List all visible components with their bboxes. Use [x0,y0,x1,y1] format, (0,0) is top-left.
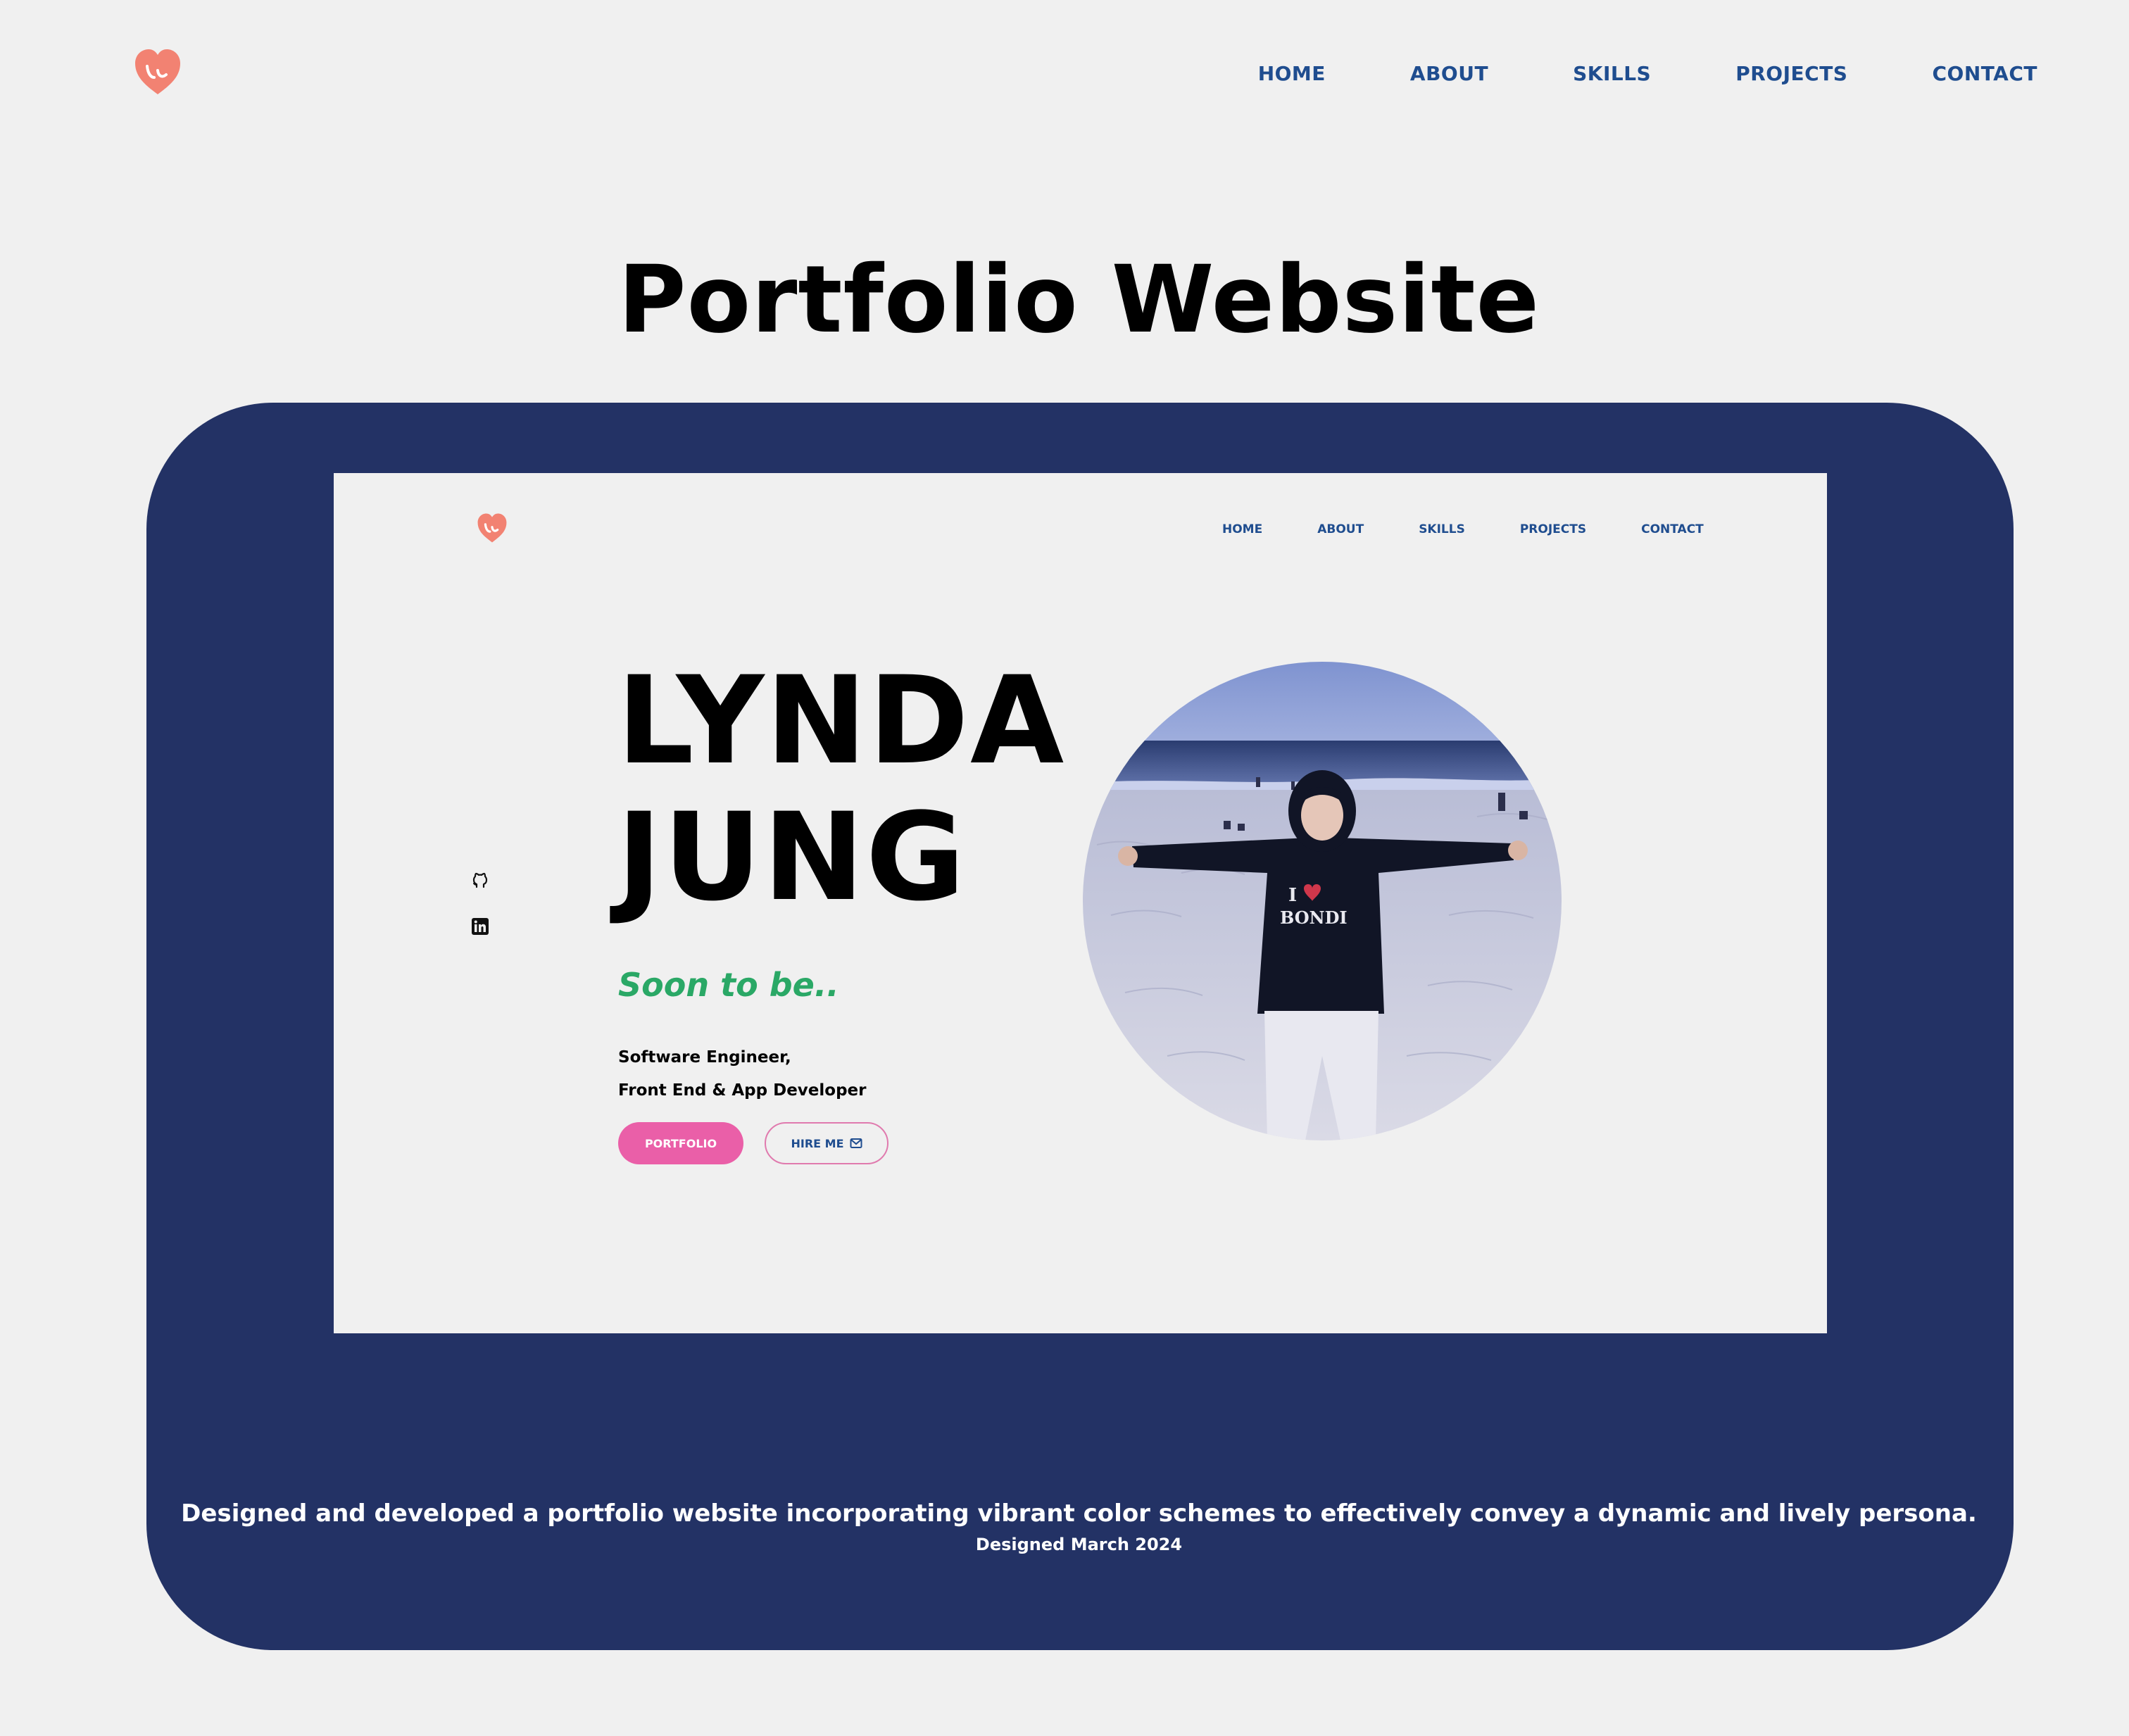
profile-photo: I BONDI [1083,662,1562,1140]
heart-logo-icon[interactable] [476,512,508,544]
hero-name: LYNDA JUNG [617,653,1065,926]
nav-contact[interactable]: CONTACT [1932,62,2037,85]
svg-text:BONDI: BONDI [1280,907,1348,928]
tagline: Soon to be.. [618,966,839,1004]
preview-nav-contact[interactable]: CONTACT [1641,522,1704,536]
portfolio-button[interactable]: PORTFOLIO [618,1122,743,1164]
project-description: Designed and developed a portfolio websi… [181,1499,1977,1528]
preview-nav-about[interactable]: ABOUT [1317,522,1364,536]
preview-nav-projects[interactable]: PROJECTS [1520,522,1586,536]
svg-text:I: I [1288,885,1297,906]
hero-first-name: LYNDA [617,650,1066,791]
nav-skills[interactable]: SKILLS [1573,62,1651,85]
main-nav: HOME ABOUT SKILLS PROJECTS CONTACT [1174,62,2037,85]
heart-logo-icon[interactable] [132,46,183,97]
portfolio-button-label: PORTFOLIO [644,1136,717,1150]
hire-me-button-label: HIRE ME [791,1136,844,1150]
preview-nav-home[interactable]: HOME [1222,522,1262,536]
hire-me-button[interactable]: HIRE ME [765,1122,888,1164]
nav-about[interactable]: ABOUT [1410,62,1488,85]
page-title: Portfolio Website [617,246,1540,354]
mail-icon [850,1138,862,1148]
nav-home[interactable]: HOME [1258,62,1326,85]
nav-projects[interactable]: PROJECTS [1735,62,1847,85]
preview-nav-skills[interactable]: SKILLS [1419,522,1465,536]
designed-date: Designed March 2024 [975,1535,1183,1554]
preview-nav: HOME ABOUT SKILLS PROJECTS CONTACT [1222,522,1759,536]
role-line-2: Front End & App Developer [618,1081,867,1100]
website-preview: HOME ABOUT SKILLS PROJECTS CONTACT LYNDA… [334,473,1827,1333]
hero-last-name: JUNG [617,786,967,928]
github-icon[interactable] [470,870,490,890]
linkedin-icon[interactable] [470,917,490,936]
role-line-1: Software Engineer, [618,1048,791,1067]
